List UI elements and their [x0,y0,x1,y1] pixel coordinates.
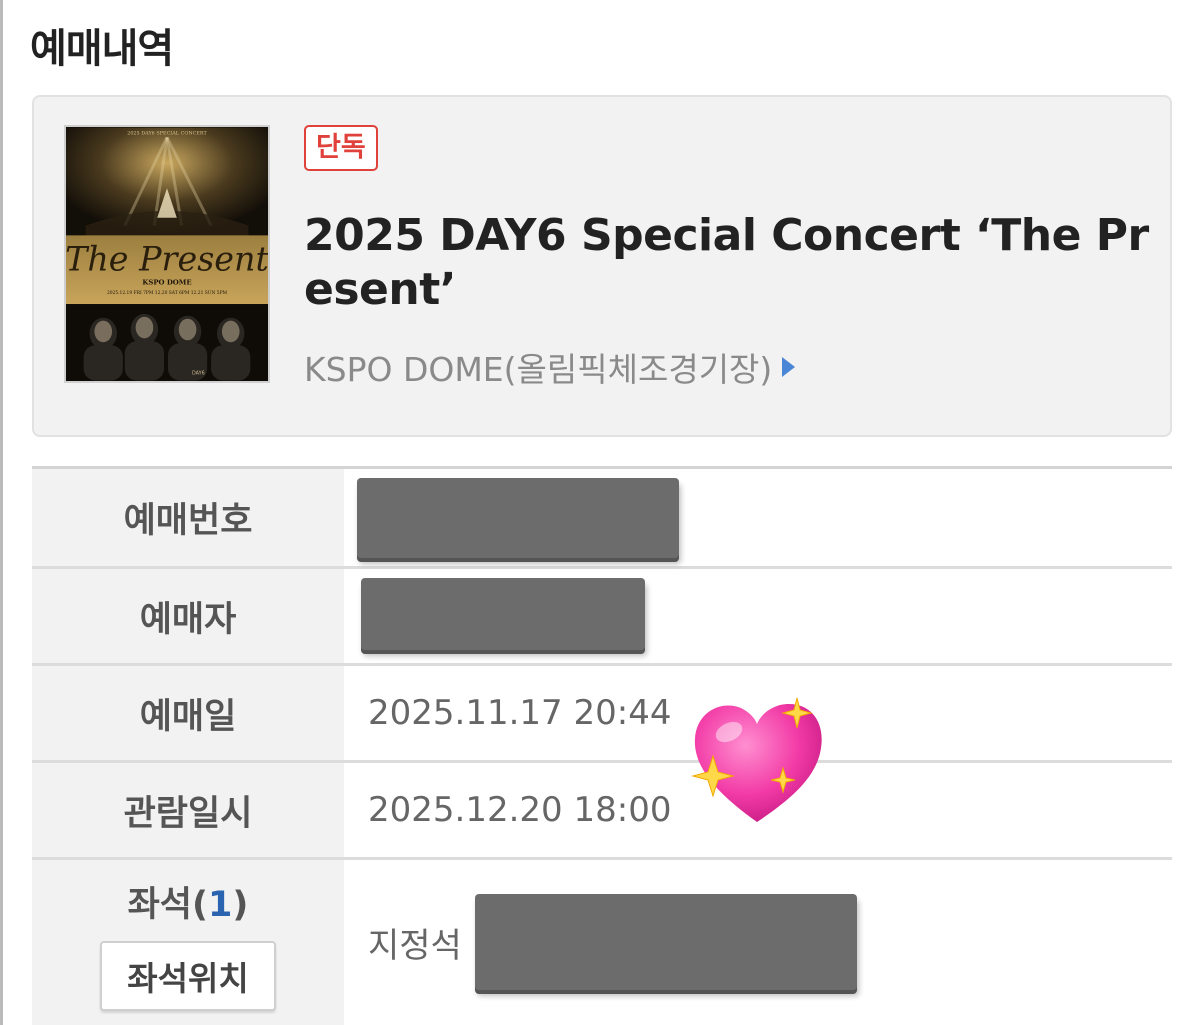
table-row-show-datetime: 관람일시 2025.12.20 18:00 [32,763,1172,860]
seats-value: 지정석 [344,860,1172,1025]
redaction-box [475,894,857,990]
poster-dates-text: 2025.12.19 FRI 7PM 12.20 SAT 6PM 12.21 S… [107,291,228,296]
booker-label: 예매자 [32,569,344,663]
table-row-booking-date: 예매일 2025.11.17 20:44 [32,666,1172,763]
chevron-right-icon [782,357,796,377]
seat-type: 지정석 [368,926,462,966]
show-datetime-label: 관람일시 [32,763,344,857]
venue-link[interactable]: KSPO DOME(올림픽체조경기장) [304,343,796,391]
poster-script-title: The Present [66,240,268,279]
booking-number-value [344,469,1172,566]
seat-count: 1 [208,884,233,925]
sparkling-heart-icon [691,697,822,822]
booking-number-label: 예매번호 [32,469,344,566]
seats-label: 좌석(1) [127,884,249,925]
table-row-booker: 예매자 [32,569,1172,666]
event-card[interactable]: 2025 DAY6 SPECIAL CONCERT The Present KS… [32,95,1172,437]
table-row-seats: 좌석(1) 좌석위치 지정석 [32,860,1172,1025]
poster-header-text: 2025 DAY6 SPECIAL CONCERT [127,130,207,136]
redaction-box [357,478,679,558]
page-title: 예매내역 [30,26,174,72]
booker-value [344,569,1172,663]
poster-venue-text: KSPO DOME [142,278,191,286]
concert-title[interactable]: 2025 DAY6 Special Concert ‘The Present’ [304,209,1154,317]
booking-details-table: 예매번호 예매자 예매일 2025.11.17 20:44 관람일시 2025.… [32,466,1172,1025]
event-poster[interactable]: 2025 DAY6 SPECIAL CONCERT The Present KS… [64,125,270,383]
exclusive-badge: 단독 [304,125,378,171]
table-row-booking-number: 예매번호 [32,469,1172,569]
redaction-box [361,578,645,650]
poster-logo-text: DAY6 [192,371,205,377]
booking-date-label: 예매일 [32,666,344,760]
seats-label-cell: 좌석(1) 좌석위치 [32,860,344,1025]
window-left-edge [0,0,3,1025]
seat-location-button[interactable]: 좌석위치 [100,940,276,1011]
venue-name: KSPO DOME(올림픽체조경기장) [304,350,773,389]
